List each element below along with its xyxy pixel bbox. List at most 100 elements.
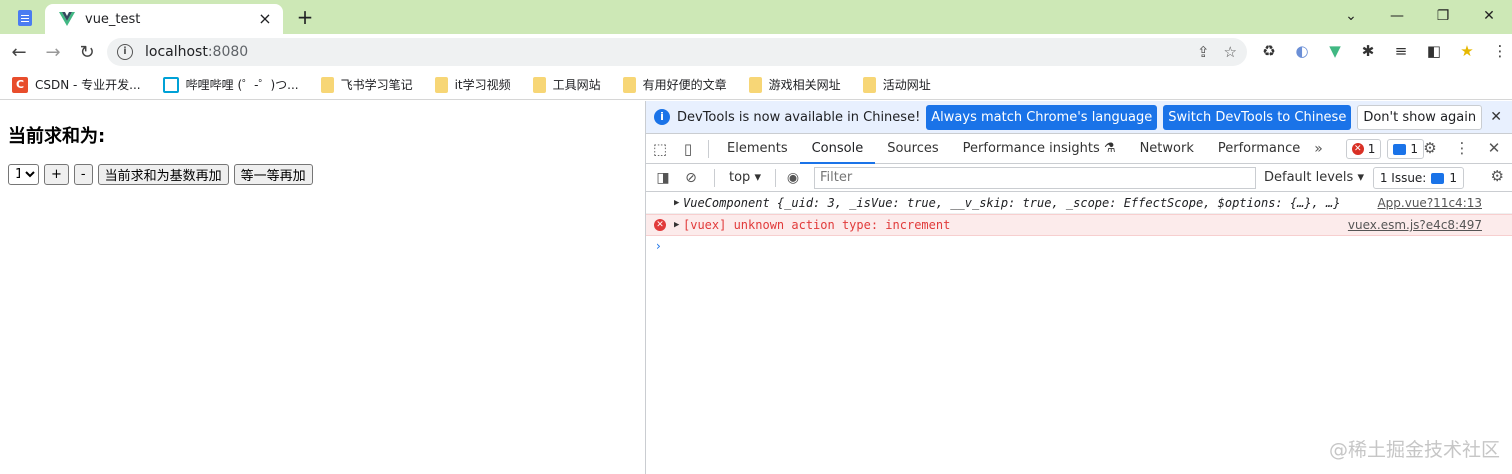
switch-to-chinese-button[interactable]: Switch DevTools to Chinese [1163,104,1352,130]
vue-devtools-extension-icon[interactable]: ▼ [1324,40,1346,62]
profile-avatar-icon[interactable]: ★ [1456,40,1478,62]
ring-extension-icon[interactable]: ◐ [1291,40,1313,62]
bilibili-icon [162,76,179,93]
bookmark-folder-tools[interactable]: 工具网站 [532,76,601,93]
clear-console-icon[interactable]: ⊘ [680,167,702,189]
devtools-tab-bar: ⬚ ▯ Elements Console Sources Performance… [646,134,1512,164]
error-icon: ✕ [654,219,666,231]
bookmark-folder-it[interactable]: it学习视频 [434,76,511,93]
bookmark-folder-feishu[interactable]: 飞书学习笔记 [320,76,413,93]
close-window-button[interactable]: ✕ [1466,0,1512,32]
flask-icon: ⚗ [1103,140,1116,156]
tab-console[interactable]: Console [799,134,876,164]
devtools-panel: i DevTools is now available in Chinese! … [645,101,1512,474]
site-info-icon[interactable]: i [117,44,133,60]
increment-async-button[interactable]: 等一等再加 [233,164,313,185]
message-counter[interactable]: 1 [1387,139,1424,159]
tab-sources[interactable]: Sources [875,134,950,164]
tab-elements[interactable]: Elements [715,134,800,164]
folder-icon [434,76,448,93]
device-toolbar-icon[interactable]: ▯ [674,135,702,163]
bookmark-label: 哔哩哔哩 (゜-゜)つ... [185,78,299,92]
pinned-tab[interactable] [10,6,40,30]
always-match-language-button[interactable]: Always match Chrome's language [926,104,1158,130]
message-count: 1 [1410,142,1418,156]
side-panel-icon[interactable]: ◧ [1423,40,1445,62]
bookmark-folder-games[interactable]: 游戏相关网址 [748,76,841,93]
address-bar[interactable]: i localhost:8080 ⇪ ☆ [107,38,1247,66]
sum-heading: 当前求和为: [8,126,106,147]
tab-network[interactable]: Network [1128,134,1206,164]
expand-triangle-icon[interactable]: ▶ [674,198,679,208]
expand-triangle-icon[interactable]: ▶ [674,220,679,230]
settings-gear-icon[interactable]: ⚙ [1420,138,1440,158]
error-text: [vuex] unknown action type: increment [683,218,951,232]
inspect-element-icon[interactable]: ⬚ [646,135,674,163]
context-selector[interactable]: top ▾ [729,170,761,185]
browser-toolbar: ← → ↻ i localhost:8080 ⇪ ☆ ♻ ◐ ▼ ✱ ≡ ◧ ★… [0,34,1512,70]
new-tab-button[interactable]: + [293,6,317,30]
extensions-puzzle-icon[interactable]: ✱ [1357,40,1379,62]
close-devtools-icon[interactable]: ✕ [1484,138,1504,158]
tab-label: Performance insights [962,140,1100,156]
decrement-button[interactable]: - [73,164,93,185]
live-expression-eye-icon[interactable]: ◉ [782,167,804,189]
bookmark-bilibili[interactable]: 哔哩哔哩 (゜-゜)つ... [162,76,299,93]
devtools-menu-icon[interactable]: ⋮ [1452,138,1472,158]
restore-button[interactable]: ❐ [1420,0,1466,32]
counter-controls: 1 + - 当前求和为基数再加 等一等再加 [8,164,313,185]
language-infobar: i DevTools is now available in Chinese! … [646,101,1512,134]
minimize-button[interactable]: — [1374,0,1420,32]
console-error-entry[interactable]: ✕ ▶ [vuex] unknown action type: incremen… [646,214,1512,236]
levels-label: Default levels [1263,170,1354,185]
close-tab-icon[interactable]: × [257,11,273,27]
step-select[interactable]: 1 [8,164,39,185]
reload-button[interactable]: ↻ [72,37,102,67]
increment-if-odd-button[interactable]: 当前求和为基数再加 [97,164,229,185]
divider [774,168,776,187]
error-source-link[interactable]: vuex.esm.js?e4c8:497 [1348,218,1482,232]
bookmark-star-icon[interactable]: ☆ [1224,43,1237,61]
more-tabs-icon[interactable]: » [1314,141,1323,157]
issues-count: 1 [1449,171,1457,185]
page-viewport: 当前求和为: 1 + - 当前求和为基数再加 等一等再加 [0,101,645,474]
forward-button[interactable]: → [38,37,68,67]
tab-performance-insights[interactable]: Performance insights ⚗ [951,134,1128,164]
increment-button[interactable]: + [44,164,69,185]
dont-show-again-button[interactable]: Don't show again [1357,104,1483,130]
console-filter-input[interactable] [813,166,1256,189]
bookmarks-bar: C CSDN - 专业开发... 哔哩哔哩 (゜-゜)つ... 飞书学习笔记 it… [0,70,1512,100]
bookmark-csdn[interactable]: C CSDN - 专业开发... [12,76,141,93]
back-button[interactable]: ← [4,37,34,67]
bookmark-folder-articles[interactable]: 有用好便的文章 [622,76,727,93]
menu-kebab-icon[interactable]: ⋮ [1489,40,1511,62]
log-text: VueComponent {_uid: 3, _isVue: true, __v… [683,195,1341,210]
share-icon[interactable]: ⇪ [1197,43,1210,61]
log-source-link[interactable]: App.vue?11c4:13 [1377,196,1482,210]
message-icon [1431,172,1445,184]
divider [708,139,709,158]
log-levels-dropdown[interactable]: Default levels ▾ [1264,170,1364,185]
issues-label: 1 Issue: [1379,171,1427,185]
sidebar-toggle-icon[interactable]: ◨ [652,167,674,189]
recycle-extension-icon[interactable]: ♻ [1258,40,1280,62]
tab-performance[interactable]: Performance [1206,134,1312,164]
console-prompt[interactable]: › [646,236,1512,256]
folder-icon [320,76,334,93]
active-tab[interactable]: vue_test × [45,4,283,34]
console-log-entry[interactable]: ▶ VueComponent {_uid: 3, _isVue: true, _… [646,192,1512,214]
close-infobar-icon[interactable]: ✕ [1490,109,1502,125]
bookmark-label: CSDN - 专业开发... [35,78,141,92]
document-icon [18,10,32,26]
console-settings-icon[interactable]: ⚙ [1491,167,1504,185]
bookmark-folder-events[interactable]: 活动网址 [862,76,931,93]
media-control-icon[interactable]: ≡ [1390,40,1412,62]
folder-icon [532,76,546,93]
issues-button[interactable]: 1 Issue: 1 [1372,167,1464,189]
counters: ✕ 1 1 [1345,139,1424,159]
bookmark-label: it学习视频 [454,78,511,92]
error-counter[interactable]: ✕ 1 [1345,139,1382,159]
tab-search-icon[interactable]: ⌄ [1328,0,1374,32]
message-icon [1393,143,1407,155]
divider [714,168,715,187]
